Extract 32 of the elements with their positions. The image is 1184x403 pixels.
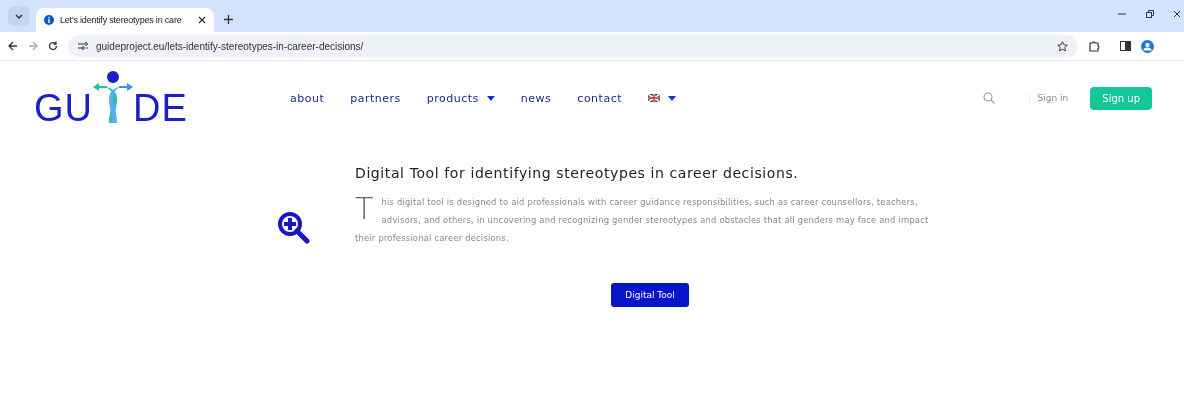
tab-list-button[interactable] [8,6,30,26]
nav-link[interactable]: products [426,91,495,105]
flag-icon [648,94,660,102]
star-icon[interactable] [1057,40,1068,52]
chevron-down-icon [15,13,23,19]
reload-icon[interactable] [48,41,58,51]
side-panel-icon[interactable] [1120,41,1131,51]
restore-icon[interactable] [1146,10,1154,18]
sign-in-link[interactable]: Sign in [1028,93,1077,103]
nav-link[interactable]: about [290,91,325,105]
language-selector[interactable] [648,94,676,102]
minimize-icon[interactable] [1118,10,1126,18]
close-icon[interactable] [197,16,206,24]
nav-link[interactable]: contact [577,91,622,105]
tab-title: Let's identify stereotypes in care [60,15,182,25]
profile-avatar-icon[interactable] [1141,39,1154,53]
zoom-in-icon [278,212,310,244]
puzzle-icon[interactable] [1088,40,1100,52]
nav-link[interactable]: partners [350,91,401,105]
page-heading: Digital Tool for identifying stereotypes in career decisions. [355,165,800,181]
site-settings-icon[interactable] [78,42,88,50]
browser-tab[interactable]: Let's identify stereotypes in care [36,8,214,32]
digital-tool-button[interactable]: Digital Tool [611,283,689,307]
address-bar[interactable]: guideproject.eu/lets-identify-stereotypes-in-career-decisions/ [68,35,1078,57]
new-tab-icon[interactable] [223,15,233,24]
back-icon[interactable] [8,41,18,51]
info-icon [44,15,54,25]
caret-icon [668,95,676,101]
guide-logo[interactable]: GU DE [34,69,254,127]
nav-link[interactable]: news [520,91,552,105]
close-icon[interactable] [1174,10,1180,18]
url-text: guideproject.eu/lets-identify-stereotypes-in-career-decisions/ [96,40,365,52]
